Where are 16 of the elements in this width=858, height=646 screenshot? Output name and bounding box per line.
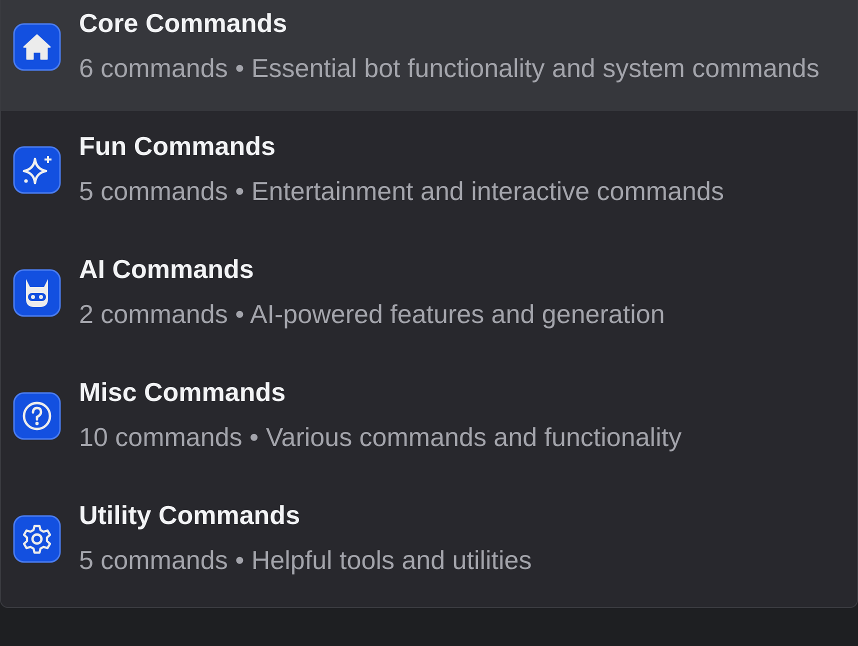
question-icon — [13, 392, 61, 440]
settings-icon — [13, 515, 61, 563]
home-icon — [13, 23, 61, 71]
category-title: Fun Commands — [79, 130, 276, 163]
category-title: Core Commands — [79, 7, 288, 40]
category-description: 5 commands • Helpful tools and utilities — [79, 544, 532, 577]
category-item[interactable]: Core Commands 6 commands • Essential bot functionality and system commands — [1, 0, 857, 111]
category-title: AI Commands — [79, 253, 255, 286]
category-description: 6 commands • Essential bot functionality and system commands — [79, 52, 820, 85]
category-title: Utility Commands — [79, 499, 302, 532]
category-title: Misc Commands — [79, 376, 287, 409]
category-description: 5 commands • Entertainment and interactive commands — [79, 175, 724, 208]
category-description: 2 commands • AI-powered features and generation — [79, 298, 665, 331]
robot-icon — [13, 269, 61, 317]
sparkle-icon — [13, 146, 61, 194]
category-description: 10 commands • Various commands and functionality — [79, 421, 682, 454]
